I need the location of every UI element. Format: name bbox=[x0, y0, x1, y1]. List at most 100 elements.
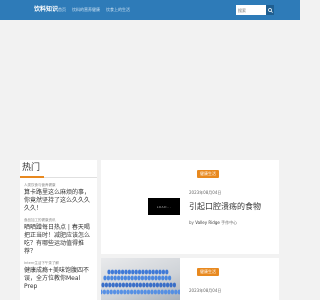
brush-bristle bbox=[157, 275, 161, 281]
brush-bristle bbox=[155, 282, 159, 288]
brush-bristle bbox=[120, 275, 124, 281]
hot-article-category[interactable]: Intern生活下午茶了解 bbox=[24, 261, 93, 266]
brush-bristle bbox=[117, 275, 121, 281]
hot-article-category[interactable]: 食品加工的健康资讯 bbox=[24, 218, 93, 223]
brush-bristle bbox=[133, 289, 137, 295]
brush-bristle bbox=[136, 289, 140, 295]
hot-article-title[interactable]: 晒晒蹭每日热点 | 春天喝把正当时！减肥应该怎么吃？有哪些运动值得推荐？ bbox=[24, 224, 93, 256]
brush-bristle bbox=[168, 275, 172, 281]
post-date: 2023年08月04日 bbox=[189, 190, 222, 195]
brush-bristle bbox=[101, 282, 105, 288]
post-list: LOAD... 健康生活 2023年08月04日 引起口腔溃疡的食物 by Va… bbox=[101, 160, 279, 300]
search-button[interactable] bbox=[266, 5, 274, 15]
brush-bristle bbox=[161, 275, 165, 281]
brush-bristle bbox=[170, 289, 174, 295]
brush-bristle bbox=[151, 275, 155, 281]
post-meta: by Valley Ridge 手作中心 bbox=[189, 220, 237, 226]
sidebar-header: 热门 bbox=[20, 160, 97, 178]
brush-bristle bbox=[131, 269, 135, 275]
category-badge[interactable]: 健康生活 bbox=[197, 170, 219, 178]
brush-bristle bbox=[121, 269, 125, 275]
brush-bristle bbox=[147, 289, 151, 295]
search-input[interactable] bbox=[236, 5, 266, 15]
brush-bristle bbox=[161, 269, 165, 275]
hot-article-item[interactable]: 人类饮食与营养健康 算卡路里这么麻烦的事，你竟然坚持了这么久久久久久！ bbox=[20, 183, 97, 213]
post-card[interactable]: LOAD... 健康生活 2023年08月04日 引起口腔溃疡的食物 by Va… bbox=[101, 160, 279, 254]
brush-bristle bbox=[145, 282, 149, 288]
post-thumbnail[interactable]: LOAD... bbox=[101, 160, 180, 254]
brush-bristle bbox=[104, 282, 108, 288]
brush-bristle bbox=[113, 289, 117, 295]
brush-bristle bbox=[147, 275, 151, 281]
hot-article-item[interactable]: 食品加工的健康资讯 晒晒蹭每日热点 | 春天喝把正当时！减肥应该怎么吃？有哪些运… bbox=[20, 218, 97, 256]
brush-bristle bbox=[101, 289, 103, 295]
brush-bristle bbox=[143, 289, 147, 295]
brush-bristle bbox=[115, 282, 119, 288]
brush-bristle bbox=[135, 282, 139, 288]
site-logo[interactable]: 饮料知识 bbox=[34, 6, 58, 14]
brush-bristle bbox=[111, 282, 115, 288]
brush-bristle bbox=[103, 275, 107, 281]
nav-item-home[interactable]: 首页 bbox=[58, 6, 66, 14]
hot-article-title[interactable]: 健康成瘾+美味饱腹四不误，全方位教你Meal Prep bbox=[24, 267, 93, 291]
brush-bristle bbox=[164, 289, 168, 295]
brush-bristle bbox=[153, 289, 157, 295]
post-date: 2023年08月04日 bbox=[189, 288, 222, 293]
post-card[interactable]: 健康生活 2023年08月04日 bbox=[101, 258, 279, 300]
brush-bristle bbox=[169, 282, 173, 288]
brush-bristle bbox=[174, 289, 178, 295]
search-icon bbox=[267, 7, 273, 13]
brush-bristle bbox=[123, 275, 127, 281]
top-navigation-bar: 饮料知识 首页 饮料的营养健康 饮食上的生活 bbox=[0, 0, 300, 20]
nav-item-lifestyle[interactable]: 饮食上的生活 bbox=[106, 6, 130, 14]
brush-bristle bbox=[127, 275, 131, 281]
post-title[interactable]: 引起口腔溃疡的食物 bbox=[189, 202, 261, 212]
brush-bristle bbox=[155, 269, 159, 275]
brush-bristle bbox=[127, 269, 131, 275]
brush-bristle bbox=[106, 289, 110, 295]
brush-bristle bbox=[102, 289, 106, 295]
hot-article-title[interactable]: 算卡路里这么麻烦的事，你竟然坚持了这么久久久久久！ bbox=[24, 189, 93, 213]
brush-bristle bbox=[154, 275, 158, 281]
brush-bristle bbox=[117, 269, 121, 275]
brush-bristle bbox=[121, 282, 125, 288]
category-badge[interactable]: 健康生活 bbox=[197, 268, 219, 276]
brush-bristle bbox=[158, 269, 162, 275]
post-by-label: by bbox=[189, 220, 194, 225]
brush-bristle bbox=[110, 275, 114, 281]
brush-bristle bbox=[114, 269, 118, 275]
brush-bristle bbox=[142, 282, 146, 288]
thumbnail-image bbox=[101, 269, 180, 295]
brush-bristle bbox=[144, 269, 148, 275]
thumbnail-image: LOAD... bbox=[148, 198, 180, 215]
brush-bristle bbox=[130, 275, 134, 281]
brush-bristle bbox=[118, 282, 122, 288]
brush-bristle bbox=[123, 289, 127, 295]
brush-bristle bbox=[140, 289, 144, 295]
hot-article-category[interactable]: 人类饮食与营养健康 bbox=[24, 183, 93, 188]
brush-bristle bbox=[132, 282, 136, 288]
brush-bristle bbox=[137, 275, 141, 281]
brush-bristle bbox=[172, 282, 176, 288]
brush-bristle bbox=[152, 282, 156, 288]
hot-article-item[interactable]: Intern生活下午茶了解 健康成瘾+美味饱腹四不误，全方位教你Meal Pre… bbox=[20, 261, 97, 291]
brush-bristle bbox=[134, 275, 138, 281]
brush-bristle bbox=[124, 269, 128, 275]
brush-bristle bbox=[157, 289, 161, 295]
brush-bristle bbox=[148, 269, 152, 275]
brush-bristle bbox=[126, 289, 130, 295]
brush-bristle bbox=[140, 275, 144, 281]
brush-bristle bbox=[125, 282, 129, 288]
post-thumbnail[interactable] bbox=[101, 258, 180, 300]
brush-bristle bbox=[134, 269, 138, 275]
brush-bristle bbox=[138, 282, 142, 288]
brush-bristle bbox=[166, 282, 170, 288]
hot-articles-sidebar: 热门 人类饮食与营养健康 算卡路里这么麻烦的事，你竟然坚持了这么久久久久久！ 食… bbox=[20, 160, 97, 300]
nav-item-nutrition[interactable]: 饮料的营养健康 bbox=[72, 6, 100, 14]
post-author[interactable]: Valley Ridge bbox=[195, 220, 220, 225]
brush-bristle bbox=[106, 275, 110, 281]
brush-bristle bbox=[128, 282, 132, 288]
brush-bristle bbox=[144, 275, 148, 281]
brush-bristle bbox=[160, 289, 164, 295]
main-nav: 首页 饮料的营养健康 饮食上的生活 bbox=[58, 6, 130, 14]
